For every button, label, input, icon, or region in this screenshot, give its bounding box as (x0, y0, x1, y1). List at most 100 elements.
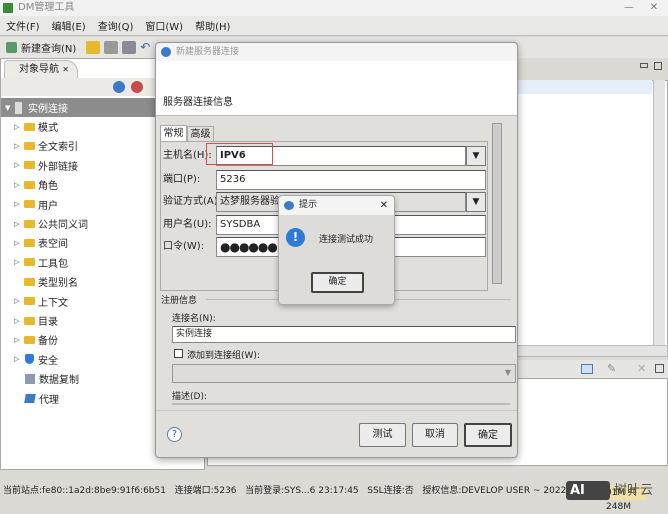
maximize-output-icon[interactable] (655, 364, 664, 373)
menu-bar: 文件(F) 编辑(E) 查询(Q) 窗口(W) 帮助(H) (0, 16, 668, 36)
add-to-group-checkbox[interactable] (174, 349, 183, 358)
description-field[interactable] (172, 403, 510, 405)
dialog-title-bar: 新建服务器连接 (156, 43, 517, 61)
new-query-button[interactable]: 新建查询(N) (21, 40, 76, 55)
connection-name-input[interactable]: 实例连接 (172, 326, 516, 343)
menu-query[interactable]: 查询(Q) (98, 18, 134, 33)
folder-icon (24, 122, 35, 131)
test-button[interactable]: 测试 (359, 423, 406, 447)
folder-icon (24, 141, 35, 150)
tree-item-label: 角色 (38, 181, 58, 193)
pin-icon[interactable]: ✕ (637, 362, 646, 375)
menu-window[interactable]: 窗口(W) (145, 18, 183, 33)
status-login: 当前登录:SYS...6 23:17:45 (245, 486, 359, 496)
expand-arrow-icon[interactable]: ▷ (14, 123, 24, 131)
connection-name-label: 连接名(N): (172, 314, 216, 324)
shield-icon (25, 354, 34, 365)
dialog-title: 新建服务器连接 (176, 47, 240, 57)
cancel-button[interactable]: 取消 (412, 423, 458, 447)
tree-item[interactable]: 数据复制 (14, 369, 79, 388)
dialog-scrollbar[interactable] (492, 123, 502, 284)
tree-item[interactable]: ▷ 备份 (14, 330, 58, 349)
close-window-button[interactable]: ✕ (645, 0, 663, 16)
expand-arrow-icon[interactable]: ▷ (14, 161, 24, 169)
tab-object-navigator[interactable]: 对象导航 ✕ (4, 60, 78, 78)
auth-dropdown-button[interactable]: ▼ (466, 192, 486, 212)
expand-arrow-icon[interactable]: ▷ (14, 200, 24, 208)
save-icon[interactable] (104, 41, 119, 54)
app-icon (3, 3, 13, 13)
info-icon: ! (286, 228, 305, 247)
minimize-button[interactable]: — (620, 0, 638, 16)
expand-arrow-icon[interactable]: ▷ (14, 355, 24, 363)
tree-item-label: 类型别名 (38, 278, 78, 290)
expand-arrow-icon[interactable]: ▷ (14, 220, 24, 228)
vertical-scrollbar[interactable] (653, 80, 665, 348)
status-port: 连接端口:5236 (174, 486, 237, 496)
menu-help[interactable]: 帮助(H) (195, 18, 230, 33)
tree-item[interactable]: ▷ 外部链接 (14, 156, 78, 175)
minimize-panel-icon[interactable] (640, 63, 648, 68)
tree-item[interactable]: ▷ 公共同义词 (14, 214, 88, 233)
tree-item[interactable]: ▷ 表空间 (14, 233, 68, 252)
app-title: DM管理工具 (18, 2, 75, 13)
tab-general[interactable]: 常规 (160, 125, 187, 141)
expand-arrow-icon[interactable]: ▷ (14, 297, 24, 305)
tree-item[interactable]: ▷ 工具包 (14, 253, 68, 272)
menu-edit[interactable]: 编辑(E) (52, 18, 86, 33)
tree-item-label: 工具包 (38, 258, 68, 270)
tree-item-label: 安全 (38, 355, 58, 367)
clear-icon[interactable]: ✎ (607, 362, 616, 375)
collapse-arrow-icon[interactable]: ▼ (5, 104, 15, 112)
console-icon[interactable] (581, 364, 593, 374)
tree-item-label: 用户 (38, 200, 58, 212)
save-all-icon[interactable] (122, 41, 137, 54)
tab-advanced[interactable]: 高级 (187, 126, 214, 141)
folder-icon (24, 238, 35, 247)
disconnect-icon[interactable] (131, 81, 143, 93)
close-tab-icon[interactable]: ✕ (62, 65, 69, 74)
ok-button[interactable]: 确定 (464, 423, 512, 447)
tree-item[interactable]: ▷ 模式 (14, 117, 58, 136)
connection-group-select[interactable]: ▼ (172, 364, 516, 383)
tree-item-label: 表空间 (38, 239, 68, 251)
status-ssl: SSL连接:否 (367, 486, 414, 496)
folder-icon (24, 258, 35, 267)
tree-item-label: 全文索引 (38, 142, 78, 154)
prompt-ok-button[interactable]: 确定 (311, 272, 364, 293)
folder-icon (24, 297, 35, 306)
folder-icon (24, 180, 35, 189)
replicate-icon (25, 373, 35, 384)
close-prompt-icon[interactable]: ✕ (380, 196, 388, 215)
dialog-header: 服务器连接信息 (156, 61, 517, 116)
menu-file[interactable]: 文件(F) (6, 18, 40, 33)
maximize-panel-icon[interactable] (654, 62, 662, 70)
expand-arrow-icon[interactable]: ▷ (14, 142, 24, 150)
host-dropdown-button[interactable]: ▼ (466, 146, 486, 166)
undo-icon[interactable]: ↶ (140, 41, 154, 54)
tree-item[interactable]: ▷ 目录 (14, 311, 58, 330)
host-label: 主机名(H): (163, 150, 212, 161)
tree-item-label: 外部链接 (38, 161, 78, 173)
expand-arrow-icon[interactable]: ▷ (14, 181, 24, 189)
help-icon[interactable]: ? (167, 427, 182, 442)
connect-icon[interactable] (113, 81, 125, 93)
expand-arrow-icon[interactable]: ▷ (14, 317, 24, 325)
port-input[interactable]: 5236 (216, 170, 486, 190)
tree-item[interactable]: ▷ 安全 (14, 350, 58, 369)
tree-item[interactable]: ▷ 用户 (14, 195, 58, 214)
dialog-header-title: 服务器连接信息 (163, 97, 233, 108)
tree-item[interactable]: 代理 (14, 389, 59, 408)
tree-item-label: 上下文 (38, 297, 68, 309)
tree-item-label: 代理 (39, 394, 59, 406)
tree-item[interactable]: ▷ 全文索引 (14, 136, 78, 155)
expand-arrow-icon[interactable]: ▷ (14, 239, 24, 247)
tree-item[interactable]: ▷ 上下文 (14, 292, 68, 311)
tree-item[interactable]: 类型别名 (14, 272, 78, 291)
expand-arrow-icon[interactable]: ▷ (14, 336, 24, 344)
open-folder-icon[interactable] (86, 41, 101, 54)
tree-item-label: 目录 (38, 317, 58, 328)
tree-item[interactable]: ▷ 角色 (14, 175, 58, 194)
description-label: 描述(D): (172, 392, 207, 402)
expand-arrow-icon[interactable]: ▷ (14, 258, 24, 266)
